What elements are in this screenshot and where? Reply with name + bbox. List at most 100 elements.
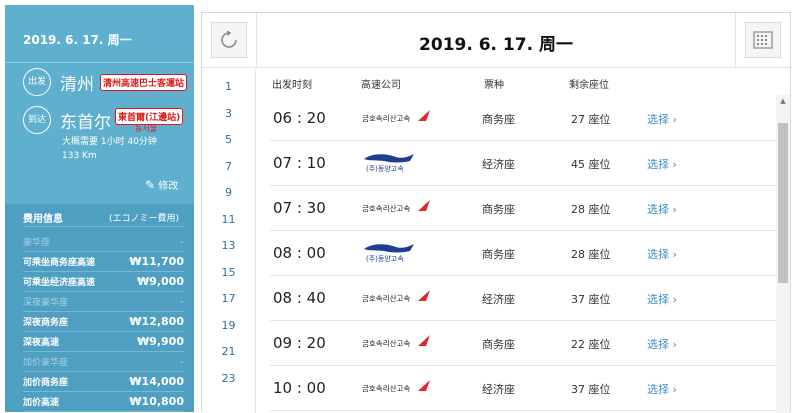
header-time: 出发时刻 [272, 80, 312, 91]
remaining-seats: 22 座位 [571, 338, 611, 351]
fee-amount: ₩14,000 [129, 374, 184, 388]
kumho-bus-logo: 금호속리산고속 [362, 200, 430, 213]
departure-time: 07 : 10 [273, 154, 326, 172]
logo-mark [418, 200, 430, 211]
arrival-terminal-tag-korean: 동서울 [135, 124, 158, 133]
header-company: 高速公司 [361, 80, 401, 91]
remaining-seats: 37 座位 [571, 293, 611, 306]
edit-route-button[interactable]: ✎ 修改 [145, 177, 178, 192]
schedule-row: 08 : 40 经济座 37 座位 选择 › 금호속리산고속 [270, 275, 776, 321]
company-logo: 금호속리산고속 [362, 376, 432, 400]
hour-link[interactable]: 15 [202, 266, 255, 279]
kumho-bus-logo: 금호속리산고속 [362, 290, 430, 303]
logo-mark [418, 380, 430, 391]
fee-item: 加价商务座 ₩14,000 [23, 371, 184, 391]
edit-icon: ✎ [145, 178, 156, 192]
fee-item: 加价高速 ₩10,800 [23, 391, 184, 411]
departure-time: 08 : 40 [273, 289, 326, 307]
edit-label: 修改 [158, 181, 179, 192]
fee-label: 深夜高速 [23, 337, 60, 348]
fee-amount: ₩9,900 [137, 334, 184, 348]
hour-link[interactable]: 3 [202, 107, 255, 120]
fee-amount: - [180, 354, 184, 368]
header-ticket: 票种 [484, 80, 504, 91]
hour-link[interactable]: 11 [202, 213, 255, 226]
calendar-button[interactable] [745, 22, 781, 58]
hour-link[interactable]: 1 [202, 80, 255, 93]
timetable-header: 2019. 6. 17. 周一 [202, 13, 790, 68]
fee-label: 可乘坐商务座高速 [23, 257, 96, 268]
logo-mark [418, 110, 430, 121]
company-logo: (주)동양고속 [362, 241, 418, 267]
hour-link[interactable]: 23 [202, 372, 255, 385]
ticket-type: 商务座 [482, 248, 515, 261]
remaining-seats: 37 座位 [571, 383, 611, 396]
hour-index: 1 3 5 7 9 11 13 15 17 19 21 23 [202, 68, 256, 413]
logo-mark [418, 335, 430, 346]
arrival-badge: 到达 [23, 106, 51, 134]
select-button[interactable]: 选择 › [647, 381, 677, 397]
page-title: 2019. 6. 17. 周一 [419, 35, 573, 55]
fee-item: 可乘坐经济座高速 ₩9,000 [23, 271, 184, 291]
select-button[interactable]: 选择 › [647, 246, 677, 262]
divider [5, 62, 194, 63]
company-logo: 금호속리산고속 [362, 331, 432, 355]
duration-text: 大概需要 1小时 40分钟 [62, 137, 157, 147]
scroll-thumb[interactable] [778, 123, 788, 283]
remaining-seats: 45 座位 [571, 158, 611, 171]
select-button[interactable]: 选择 › [647, 156, 677, 172]
scrollbar[interactable]: ▲ [776, 95, 790, 413]
fee-subtitle: (エコノミー費用) [109, 214, 180, 224]
scroll-up-arrow[interactable]: ▲ [776, 95, 790, 107]
calendar-icon [753, 31, 773, 49]
select-button[interactable]: 选择 › [647, 201, 677, 217]
departure-time: 09 : 20 [273, 334, 326, 352]
dongyang-bus-logo: (주)동양고속 [364, 244, 414, 263]
hour-link[interactable]: 21 [202, 345, 255, 358]
header-seats: 剩余座位 [569, 80, 609, 91]
departure-city: 清州 [60, 75, 94, 95]
fee-title: 费用信息 [23, 214, 63, 225]
select-button[interactable]: 选择 › [647, 111, 677, 127]
fee-label: 深夜豪华座 [23, 297, 69, 308]
schedule-row: 08 : 00 商务座 28 座位 选择 › (주)동양고속 [270, 230, 776, 276]
hour-link[interactable]: 13 [202, 239, 255, 252]
hour-link[interactable]: 19 [202, 319, 255, 332]
hour-link[interactable]: 9 [202, 186, 255, 199]
fee-category: 深夜豪华座 - [23, 291, 184, 311]
fee-amount: ₩11,700 [129, 254, 184, 268]
select-button[interactable]: 选择 › [647, 291, 677, 307]
fee-label: 加价高速 [23, 397, 60, 408]
logo-text: 금호속리산고속 [362, 338, 410, 348]
kumho-bus-logo: 금호속리산고속 [362, 110, 430, 123]
fee-label: 豪华座 [23, 237, 51, 248]
schedule-row: 07 : 10 经济座 45 座位 选择 › (주)동양고속 [270, 140, 776, 186]
fee-item: 深夜高速 ₩9,900 [23, 331, 184, 351]
departure-terminal-tag: 清州高速巴士客運站 [100, 74, 188, 91]
ticket-type: 经济座 [482, 383, 515, 396]
schedule-row: 07 : 30 商务座 28 座位 选择 › 금호속리산고속 [270, 185, 776, 231]
logo-text: 금호속리산고속 [362, 203, 410, 213]
arrival-city: 东首尔 [60, 113, 111, 133]
company-logo: 금호속리산고속 [362, 106, 432, 130]
hour-link[interactable]: 5 [202, 133, 255, 146]
logo-text: 금호속리산고속 [362, 293, 410, 303]
fee-amount: - [180, 234, 184, 248]
fee-label: 可乘坐经济座高速 [23, 277, 96, 288]
ticket-type: 商务座 [482, 338, 515, 351]
logo-text: 금호속리산고속 [362, 113, 410, 123]
fee-category: 豪华座 - [23, 231, 184, 251]
fee-info-panel: 费用信息 (エコノミー費用) 豪华座 - 可乘坐商务座高速 ₩11,700 可乘坐经济座… [5, 204, 194, 412]
schedule-row: 09 : 20 商务座 22 座位 选择 › 금호속리산고속 [270, 320, 776, 366]
fee-amount: ₩10,800 [129, 394, 184, 408]
divider [23, 226, 184, 227]
hour-link[interactable]: 7 [202, 160, 255, 173]
hour-link[interactable]: 17 [202, 292, 255, 305]
remaining-seats: 28 座位 [571, 203, 611, 216]
departure-time: 10 : 00 [273, 379, 326, 397]
fee-item: 深夜商务座 ₩12,800 [23, 311, 184, 331]
select-button[interactable]: 选择 › [647, 336, 677, 352]
fee-item: 可乘坐商务座高速 ₩11,700 [23, 251, 184, 271]
logo-text: (주)동양고속 [366, 165, 404, 173]
route-sidebar: 2019. 6. 17. 周一 出发 清州 清州高速巴士客運站 到达 东首尔 東… [5, 5, 194, 412]
